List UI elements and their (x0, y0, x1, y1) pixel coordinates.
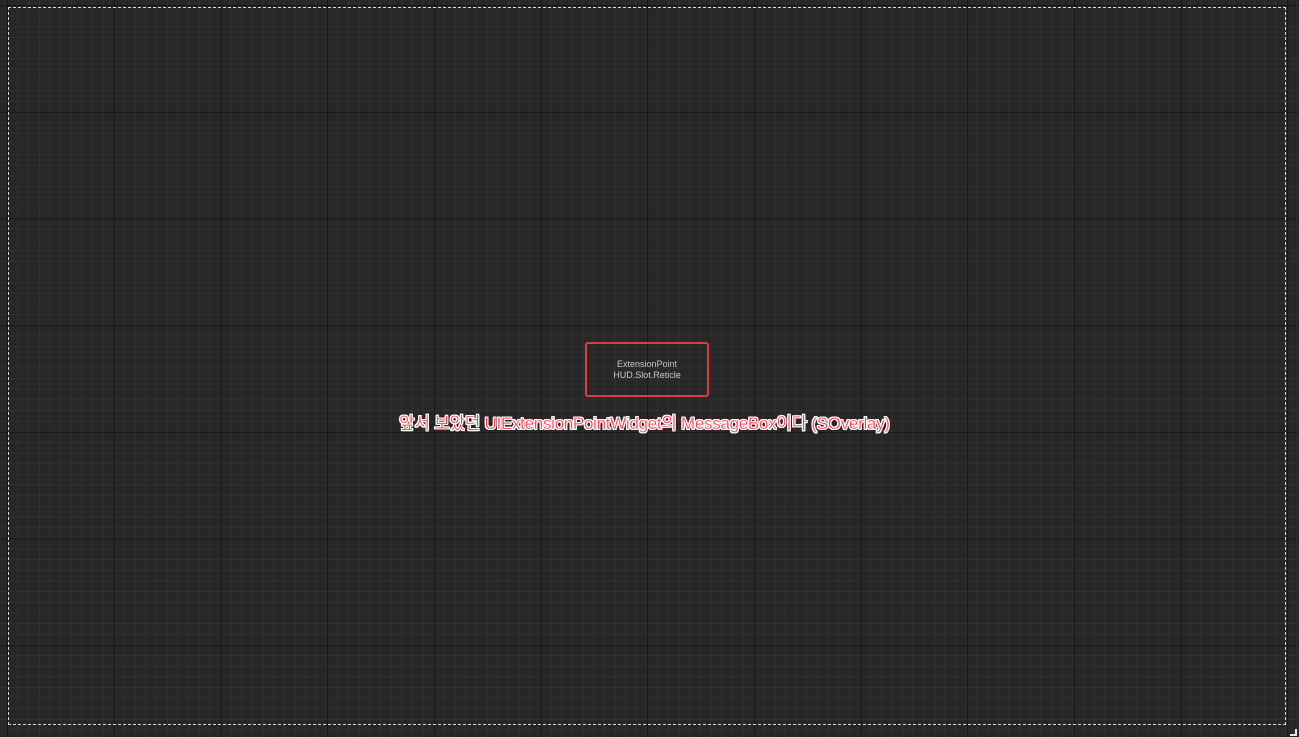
designer-viewport-grid[interactable]: ExtensionPoint HUD.Slot.Reticle 앞서 보았던 U… (0, 0, 1299, 737)
extension-point-message-box[interactable]: ExtensionPoint HUD.Slot.Reticle (585, 342, 709, 397)
message-box-title: ExtensionPoint (616, 359, 678, 369)
message-box-slot-tag: HUD.Slot.Reticle (613, 370, 681, 380)
resize-handle-icon[interactable] (1290, 729, 1297, 736)
annotation-caption: 앞서 보았던 UIExtensionPointWidget의 MessageBo… (399, 414, 890, 433)
